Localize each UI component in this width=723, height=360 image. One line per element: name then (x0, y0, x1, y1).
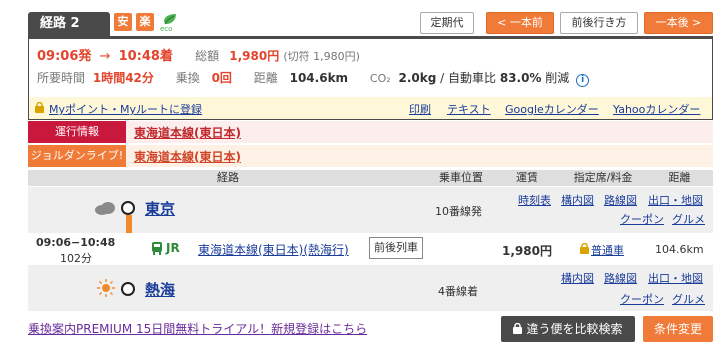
gourmet-link[interactable]: グルメ (672, 211, 705, 227)
eco-label: eco (160, 25, 172, 32)
arrival-time: 10:48着 (118, 49, 173, 64)
total-fare: 1,980円 (229, 49, 280, 63)
timetable-link[interactable]: 時刻表 (518, 192, 551, 208)
header-seat: 指定席/料金 (573, 171, 633, 184)
time-line: 09:06発 → 10:48着 総額 1,980円 (切符 1,980円) (37, 45, 360, 64)
coupon-link[interactable]: クーポン (620, 211, 664, 227)
change-conditions-button[interactable]: 条件変更 (643, 316, 713, 342)
header-fare: 運賃 (516, 171, 538, 184)
transfer-value: 0回 (211, 71, 232, 85)
compare-lock-icon (513, 317, 523, 343)
duration-label: 所要時間 (37, 71, 86, 85)
unkou-info-link[interactable]: 東海道本線(東日本) (134, 124, 241, 141)
leg-fare: 1,980円 (502, 244, 552, 258)
jorudan-live-link[interactable]: 東海道本線(東日本) (134, 148, 241, 165)
distance-value: 104.6km (289, 71, 349, 85)
leg-time: 09:06−10:48 (36, 236, 116, 249)
co2-label: CO₂ (369, 72, 391, 85)
next-train-button[interactable]: 一本後 > (644, 12, 713, 34)
arrival-station[interactable]: 熱海 (145, 279, 175, 300)
ticket-fare: (切符 1,980円) (283, 50, 360, 63)
exit-map-link[interactable]: 出口・地図 (648, 192, 703, 208)
co2-suffix: 削減 (545, 71, 570, 85)
to-exit-map-link[interactable]: 出口・地図 (648, 270, 703, 286)
prev-train-button[interactable]: < 一本前 (486, 12, 554, 34)
premium-trial-link[interactable]: 乗換案内PREMIUM 15日間無料トライアル！新規登録はこちら (28, 320, 367, 337)
leg-distance: 104.6km (655, 243, 704, 256)
leg-minutes: 102分 (60, 252, 92, 265)
table-header: 経路 乗車位置 運賃 指定席/料金 距離 (28, 170, 713, 186)
header-route: 経路 (217, 171, 239, 184)
print-link[interactable]: 印刷 (409, 101, 431, 117)
unkou-info-row: 運行情報 東海道本線(東日本) (28, 121, 713, 143)
cloudy-icon (94, 201, 116, 218)
route-map-link[interactable]: 路線図 (604, 192, 637, 208)
arrival-node (121, 282, 135, 296)
departure-node (121, 201, 135, 215)
station-map-link[interactable]: 構内図 (561, 192, 594, 208)
before-after-button[interactable]: 前後行き方 (560, 12, 638, 34)
sunny-icon (97, 279, 115, 300)
header-position: 乗車位置 (439, 171, 483, 184)
easy-badge: 楽 (136, 13, 154, 31)
arrival-platform: 4番線着 (438, 285, 478, 298)
arrow: → (99, 49, 111, 64)
departure-platform: 10番線発 (435, 205, 482, 218)
safe-badge: 安 (114, 13, 132, 31)
co2-percent: 83.0% (499, 71, 542, 85)
departure-station[interactable]: 東京 (145, 198, 175, 219)
header-distance: 距離 (668, 171, 691, 184)
compare-search-label: 違う便を比較検索 (526, 322, 623, 336)
route-tab: 経路 2 (28, 12, 110, 36)
transfer-label: 乗換 (175, 71, 200, 85)
route-summary: 09:06発 → 10:48着 総額 1,980円 (切符 1,980円) 所要… (28, 36, 713, 120)
leg-row: 09:06−10:48 102分 JR 東海道本線(東日本)(熱海行) 前後列車… (28, 233, 713, 265)
seat-lock-icon (580, 242, 589, 257)
jorudan-live-row: ジョルダンライブ! 東海道本線(東日本) (28, 145, 713, 167)
yahoo-calendar-link[interactable]: Yahooカレンダー (613, 101, 700, 117)
co2-value: 2.0kg (398, 71, 437, 85)
mypoint-bar: Myポイント・Myルートに登録 印刷 テキスト Googleカレンダー Yaho… (29, 97, 712, 119)
eco-icon: eco (158, 12, 180, 33)
duration-value: 1時間42分 (92, 71, 154, 85)
total-label: 総額 (195, 49, 220, 63)
lock-icon (35, 101, 44, 113)
jr-company: JR (166, 241, 180, 255)
line-link[interactable]: 東海道本線(東日本)(熱海行) (198, 241, 349, 258)
info-icon[interactable]: i (576, 74, 590, 87)
unkou-info-label: 運行情報 (28, 121, 126, 143)
to-gourmet-link[interactable]: グルメ (672, 291, 705, 307)
text-link[interactable]: テキスト (447, 101, 491, 117)
to-route-map-link[interactable]: 路線図 (604, 270, 637, 286)
train-icon (152, 242, 162, 258)
teikidai-button[interactable]: 定期代 (420, 12, 474, 34)
zengo-train-button[interactable]: 前後列車 (369, 237, 423, 259)
co2-note: / 自動車比 (440, 71, 496, 85)
detail-line: 所要時間 1時間42分 乗換 0回 距離 104.6km CO₂ 2.0kg /… (37, 69, 590, 87)
mypoint-link[interactable]: Myポイント・Myルートに登録 (49, 101, 202, 117)
route-tab-label: 経路 2 (40, 16, 80, 31)
to-station-map-link[interactable]: 構内図 (561, 270, 594, 286)
to-station-row: 熱海 4番線着 構内図 路線図 出口・地図 クーポン グルメ (28, 265, 713, 311)
jorudan-live-label: ジョルダンライブ! (28, 145, 126, 167)
distance-label: 距離 (253, 71, 278, 85)
compare-search-button[interactable]: 違う便を比較検索 (501, 316, 635, 342)
google-calendar-link[interactable]: Googleカレンダー (505, 101, 599, 117)
seat-link[interactable]: 普通車 (591, 242, 624, 258)
departure-time: 09:06発 (37, 49, 92, 64)
to-coupon-link[interactable]: クーポン (620, 291, 664, 307)
